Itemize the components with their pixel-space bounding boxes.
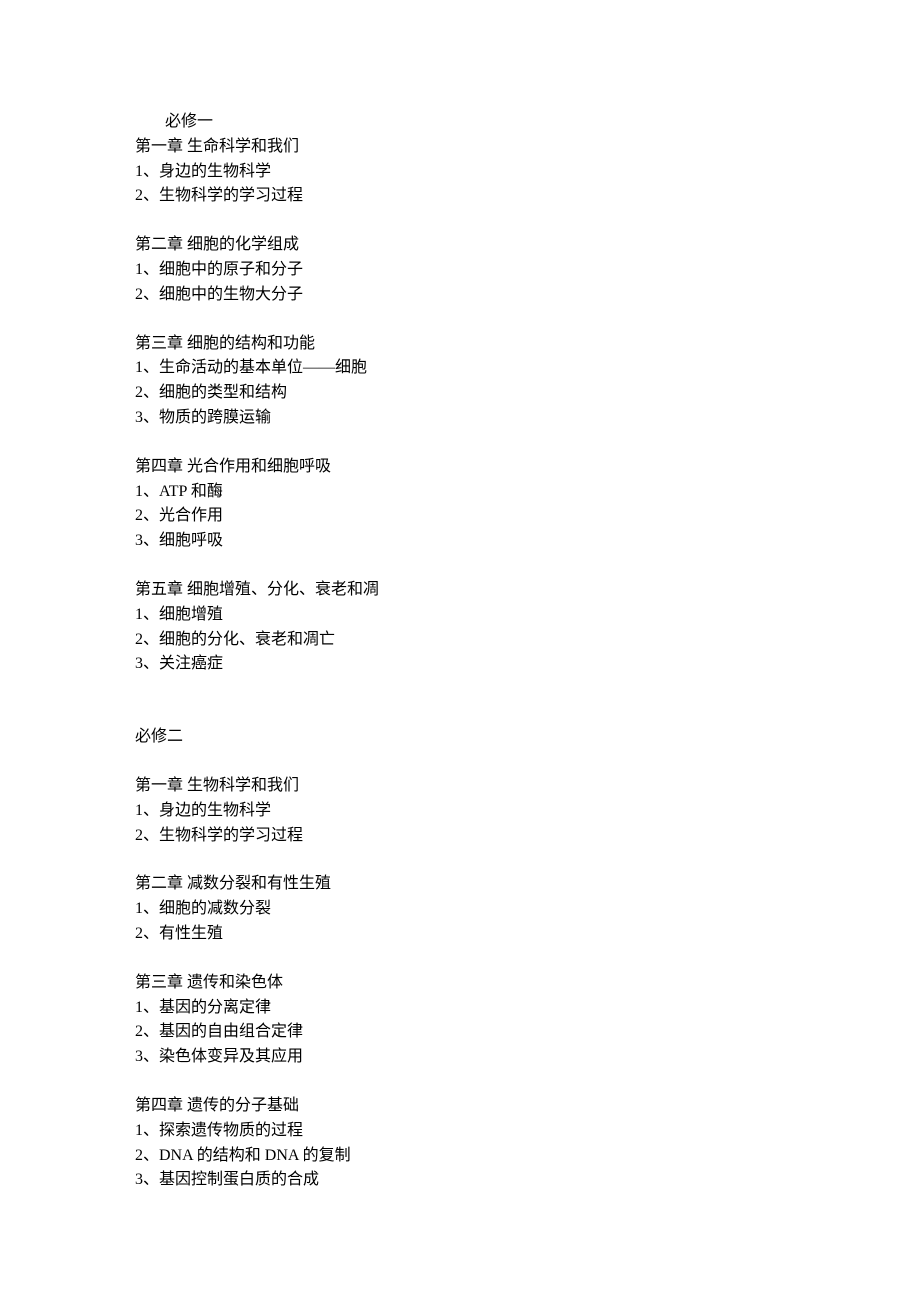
list-item: 1、生命活动的基本单位——细胞 [135, 356, 785, 381]
book-title: 必修二 [135, 725, 785, 750]
chapter-block: 第二章 减数分裂和有性生殖 1、细胞的减数分裂 2、有性生殖 [135, 872, 785, 946]
list-item: 3、关注癌症 [135, 652, 785, 677]
list-item: 2、光合作用 [135, 504, 785, 529]
list-item: 1、身边的生物科学 [135, 799, 785, 824]
list-item: 1、细胞增殖 [135, 603, 785, 628]
list-item: 3、细胞呼吸 [135, 529, 785, 554]
chapter-block: 第二章 细胞的化学组成 1、细胞中的原子和分子 2、细胞中的生物大分子 [135, 233, 785, 307]
spacer [135, 677, 785, 725]
chapter-title: 第五章 细胞增殖、分化、衰老和凋 [135, 578, 785, 603]
list-item: 1、细胞的减数分裂 [135, 897, 785, 922]
spacer [135, 308, 785, 332]
list-item: 1、基因的分离定律 [135, 996, 785, 1021]
chapter-block: 第一章 生命科学和我们 1、身边的生物科学 2、生物科学的学习过程 [135, 135, 785, 209]
spacer [135, 848, 785, 872]
list-item: 1、ATP 和酶 [135, 480, 785, 505]
chapter-block: 第一章 生物科学和我们 1、身边的生物科学 2、生物科学的学习过程 [135, 774, 785, 848]
list-item: 3、基因控制蛋白质的合成 [135, 1168, 785, 1193]
chapter-block: 第三章 细胞的结构和功能 1、生命活动的基本单位——细胞 2、细胞的类型和结构 … [135, 332, 785, 431]
list-item: 2、生物科学的学习过程 [135, 824, 785, 849]
spacer [135, 431, 785, 455]
spacer [135, 947, 785, 971]
book-title: 必修一 [135, 110, 785, 135]
chapter-title: 第三章 遗传和染色体 [135, 971, 785, 996]
list-item: 1、身边的生物科学 [135, 160, 785, 185]
list-item: 3、物质的跨膜运输 [135, 406, 785, 431]
chapter-title: 第二章 减数分裂和有性生殖 [135, 872, 785, 897]
book-title-text: 必修一 [165, 113, 213, 130]
spacer [135, 1070, 785, 1094]
list-item: 1、细胞中的原子和分子 [135, 258, 785, 283]
document-page: 必修一 第一章 生命科学和我们 1、身边的生物科学 2、生物科学的学习过程 第二… [0, 0, 785, 1233]
list-item: 3、染色体变异及其应用 [135, 1045, 785, 1070]
chapter-title: 第四章 光合作用和细胞呼吸 [135, 455, 785, 480]
list-item: 1、探索遗传物质的过程 [135, 1119, 785, 1144]
chapter-block: 第三章 遗传和染色体 1、基因的分离定律 2、基因的自由组合定律 3、染色体变异… [135, 971, 785, 1070]
chapter-block: 第四章 光合作用和细胞呼吸 1、ATP 和酶 2、光合作用 3、细胞呼吸 [135, 455, 785, 554]
chapter-title: 第三章 细胞的结构和功能 [135, 332, 785, 357]
chapter-title: 第一章 生命科学和我们 [135, 135, 785, 160]
chapter-block: 第四章 遗传的分子基础 1、探索遗传物质的过程 2、DNA 的结构和 DNA 的… [135, 1094, 785, 1193]
list-item: 2、有性生殖 [135, 922, 785, 947]
list-item: 2、基因的自由组合定律 [135, 1020, 785, 1045]
chapter-title: 第四章 遗传的分子基础 [135, 1094, 785, 1119]
chapter-block: 第五章 细胞增殖、分化、衰老和凋 1、细胞增殖 2、细胞的分化、衰老和凋亡 3、… [135, 578, 785, 677]
list-item: 2、细胞的类型和结构 [135, 381, 785, 406]
list-item: 2、DNA 的结构和 DNA 的复制 [135, 1144, 785, 1169]
chapter-title: 第二章 细胞的化学组成 [135, 233, 785, 258]
spacer [135, 750, 785, 774]
spacer [135, 554, 785, 578]
spacer [135, 209, 785, 233]
list-item: 2、细胞中的生物大分子 [135, 283, 785, 308]
book-title-text: 必修二 [135, 728, 183, 745]
list-item: 2、细胞的分化、衰老和凋亡 [135, 628, 785, 653]
chapter-title: 第一章 生物科学和我们 [135, 774, 785, 799]
list-item: 2、生物科学的学习过程 [135, 184, 785, 209]
